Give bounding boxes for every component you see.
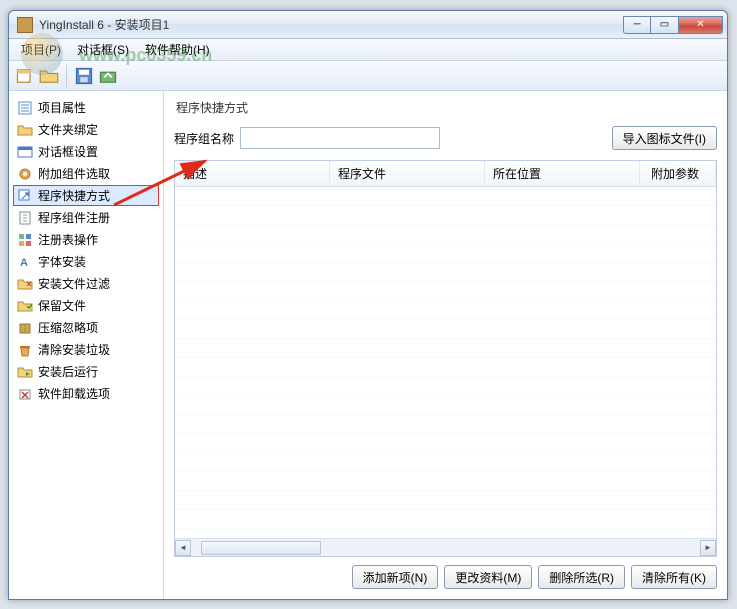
sidebar: 项目属性 文件夹绑定 对话框设置 附加组件选取 程序快捷方式 程序组件注册 [9, 91, 164, 599]
sidebar-item-label: 项目属性 [38, 99, 86, 116]
sidebar-item-label: 压缩忽略项 [38, 319, 98, 336]
folder-icon [17, 122, 33, 138]
sidebar-item-label: 软件卸载选项 [38, 385, 110, 402]
col-arguments[interactable]: 附加参数 [640, 161, 716, 186]
run-icon [17, 364, 33, 380]
group-name-label: 程序组名称 [174, 130, 240, 147]
toolbar [9, 61, 727, 91]
registry-icon [17, 232, 33, 248]
scroll-track[interactable] [191, 540, 700, 556]
sidebar-item-label: 保留文件 [38, 297, 86, 314]
shortcuts-table: 描述 程序文件 所在位置 附加参数 ◄ ► [174, 160, 717, 557]
build-icon[interactable] [98, 66, 118, 86]
sidebar-item-folder-bind[interactable]: 文件夹绑定 [13, 119, 159, 140]
add-button[interactable]: 添加新项(N) [352, 565, 439, 589]
table-header: 描述 程序文件 所在位置 附加参数 [175, 161, 716, 187]
sidebar-item-label: 安装后运行 [38, 363, 98, 380]
sidebar-item-fonts[interactable]: A 字体安装 [13, 251, 159, 272]
minimize-button[interactable]: ─ [623, 16, 651, 34]
menubar: 项目(P) 对话框(S) 软件帮助(H) [9, 39, 727, 61]
app-icon [17, 17, 33, 33]
sidebar-item-components[interactable]: 附加组件选取 [13, 163, 159, 184]
horizontal-scrollbar[interactable]: ◄ ► [175, 538, 716, 556]
main-panel: 程序快捷方式 程序组名称 导入图标文件(I) 描述 程序文件 所在位置 附加参数… [164, 91, 727, 599]
sidebar-item-label: 对话框设置 [38, 143, 98, 160]
app-window: YingInstall 6 - 安装项目1 ─ ▭ ✕ 项目(P) 对话框(S)… [8, 10, 728, 600]
menu-dialog[interactable]: 对话框(S) [69, 39, 137, 60]
sidebar-item-shortcuts[interactable]: 程序快捷方式 [13, 185, 159, 206]
page-title: 程序快捷方式 [174, 99, 717, 116]
component-icon [17, 166, 33, 182]
font-icon: A [17, 254, 33, 270]
menu-project[interactable]: 项目(P) [13, 39, 69, 60]
shortcut-icon [17, 188, 33, 204]
sidebar-item-compress-ignore[interactable]: 压缩忽略项 [13, 317, 159, 338]
table-body[interactable] [175, 187, 716, 538]
content-area: 项目属性 文件夹绑定 对话框设置 附加组件选取 程序快捷方式 程序组件注册 [9, 91, 727, 599]
delete-selected-button[interactable]: 删除所选(R) [538, 565, 625, 589]
register-icon [17, 210, 33, 226]
sidebar-item-label: 附加组件选取 [38, 165, 110, 182]
sidebar-item-post-run[interactable]: 安装后运行 [13, 361, 159, 382]
dialog-icon [17, 144, 33, 160]
save-icon[interactable] [74, 66, 94, 86]
menu-help[interactable]: 软件帮助(H) [137, 39, 218, 60]
sidebar-item-label: 清除安装垃圾 [38, 341, 110, 358]
titlebar[interactable]: YingInstall 6 - 安装项目1 ─ ▭ ✕ [9, 11, 727, 39]
sidebar-item-properties[interactable]: 项目属性 [13, 97, 159, 118]
scroll-thumb[interactable] [201, 541, 321, 555]
sidebar-item-label: 字体安装 [38, 253, 86, 270]
col-program-file[interactable]: 程序文件 [330, 161, 485, 186]
clear-all-button[interactable]: 清除所有(K) [631, 565, 717, 589]
group-name-row: 程序组名称 导入图标文件(I) [174, 126, 717, 150]
open-icon[interactable] [39, 66, 59, 86]
group-name-input[interactable] [240, 127, 440, 149]
window-title: YingInstall 6 - 安装项目1 [39, 16, 623, 33]
sidebar-item-file-filter[interactable]: 安装文件过滤 [13, 273, 159, 294]
filter-icon [17, 276, 33, 292]
sidebar-item-registry[interactable]: 注册表操作 [13, 229, 159, 250]
sidebar-item-uninstall[interactable]: 软件卸载选项 [13, 383, 159, 404]
svg-text:A: A [20, 257, 28, 269]
close-button[interactable]: ✕ [679, 16, 723, 34]
col-description[interactable]: 描述 [175, 161, 330, 186]
toolbar-separator [66, 65, 67, 87]
properties-icon [17, 100, 33, 116]
col-location[interactable]: 所在位置 [485, 161, 640, 186]
sidebar-item-register[interactable]: 程序组件注册 [13, 207, 159, 228]
sidebar-item-cleanup[interactable]: 清除安装垃圾 [13, 339, 159, 360]
cleanup-icon [17, 342, 33, 358]
window-controls: ─ ▭ ✕ [623, 16, 723, 34]
edit-button[interactable]: 更改资料(M) [444, 565, 532, 589]
sidebar-item-dialog-settings[interactable]: 对话框设置 [13, 141, 159, 162]
sidebar-item-label: 安装文件过滤 [38, 275, 110, 292]
uninstall-icon [17, 386, 33, 402]
compress-icon [17, 320, 33, 336]
scroll-left-button[interactable]: ◄ [175, 540, 191, 556]
action-buttons: 添加新项(N) 更改资料(M) 删除所选(R) 清除所有(K) [174, 565, 717, 589]
new-project-icon[interactable] [15, 66, 35, 86]
import-icon-button[interactable]: 导入图标文件(I) [612, 126, 717, 150]
maximize-button[interactable]: ▭ [651, 16, 679, 34]
sidebar-item-label: 注册表操作 [38, 231, 98, 248]
sidebar-item-label: 程序快捷方式 [38, 187, 110, 204]
scroll-right-button[interactable]: ► [700, 540, 716, 556]
sidebar-item-label: 文件夹绑定 [38, 121, 98, 138]
sidebar-item-label: 程序组件注册 [38, 209, 110, 226]
sidebar-item-keep-files[interactable]: 保留文件 [13, 295, 159, 316]
keep-icon [17, 298, 33, 314]
